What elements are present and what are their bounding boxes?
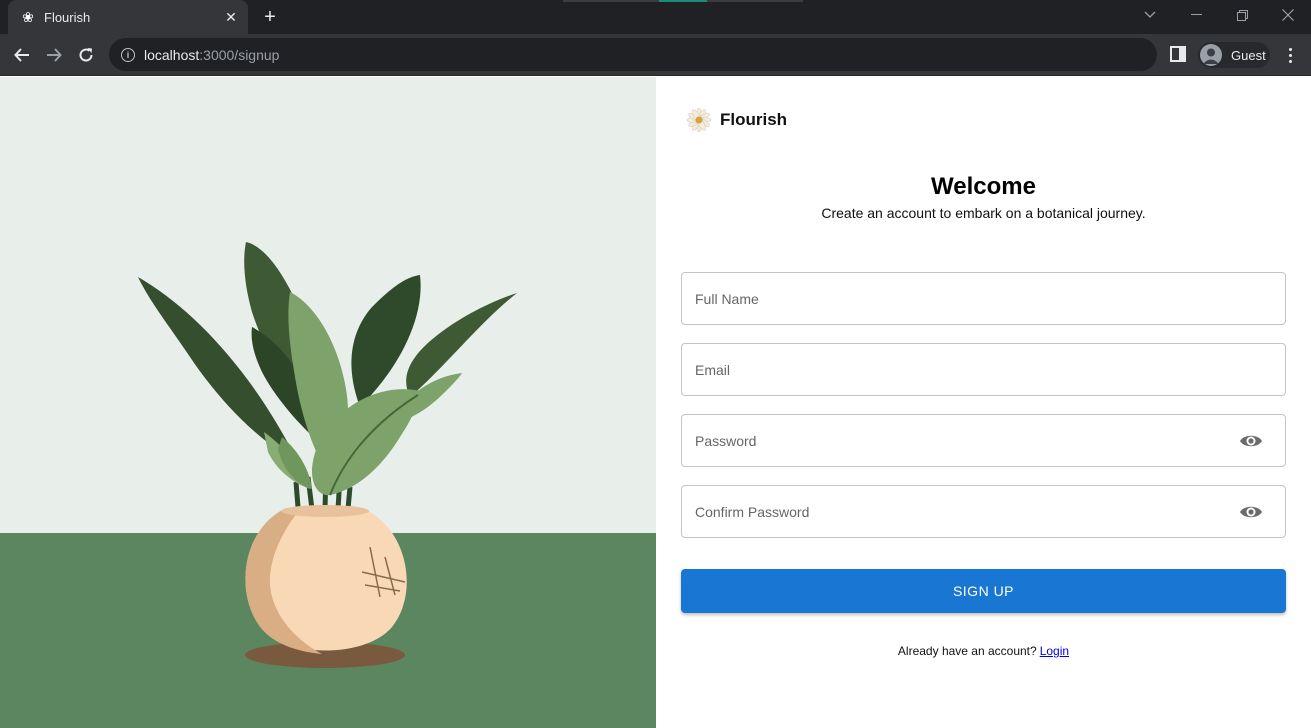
browser-toolbar: i localhost:3000/signup Guest [0, 34, 1311, 76]
show-password-eye-icon[interactable] [1239, 432, 1263, 450]
daisy-favicon-icon: ❀ [22, 8, 34, 25]
browser-tab[interactable]: ❀ Flourish ✕ [8, 0, 248, 34]
minimize-icon[interactable] [1173, 0, 1219, 30]
full-name-field[interactable] [681, 272, 1286, 325]
reload-icon[interactable] [71, 40, 101, 70]
tab-close-icon[interactable]: ✕ [222, 8, 240, 26]
confirm-password-input[interactable] [695, 503, 1215, 520]
login-prompt: Already have an account? Login [656, 644, 1311, 658]
daisy-logo-icon [686, 107, 712, 133]
page-subtitle: Create an account to embark on a botanic… [821, 205, 1146, 221]
forward-arrow-icon[interactable] [39, 40, 69, 70]
show-confirm-password-eye-icon[interactable] [1239, 503, 1263, 521]
tab-title: Flourish [44, 9, 91, 25]
signup-page: Flourish Welcome Create an account to em… [0, 77, 1311, 728]
side-panel-icon[interactable] [1170, 46, 1186, 62]
close-window-icon[interactable] [1265, 0, 1311, 30]
restore-icon[interactable] [1219, 0, 1265, 30]
full-name-input[interactable] [695, 290, 1215, 307]
brand-name: Flourish [720, 110, 788, 129]
url-host: localhost [144, 46, 200, 63]
email-input[interactable] [695, 361, 1215, 378]
brand-header[interactable]: Flourish [682, 103, 787, 137]
hero-illustration-panel [0, 77, 656, 728]
password-input[interactable] [695, 432, 1215, 449]
address-bar[interactable]: i localhost:3000/signup [109, 38, 1157, 71]
profile-label: Guest [1231, 47, 1266, 63]
password-field[interactable] [681, 414, 1286, 467]
url-path: :3000/signup [199, 46, 280, 63]
signup-form-panel: Flourish Welcome Create an account to em… [656, 77, 1311, 728]
page-title: Welcome [931, 173, 1036, 200]
login-link[interactable]: Login [1040, 644, 1069, 658]
site-info-icon[interactable]: i [121, 47, 135, 62]
sign-up-button[interactable]: SIGN UP [681, 569, 1286, 613]
browser-tab-bar: ❀ Flourish ✕ + [0, 0, 1311, 34]
email-field[interactable] [681, 343, 1286, 396]
login-prompt-text: Already have an account? [897, 644, 1037, 658]
window-drag-accent [659, 0, 707, 2]
new-tab-button[interactable]: + [258, 6, 282, 28]
tab-search-icon[interactable] [1127, 0, 1173, 30]
confirm-password-field[interactable] [681, 485, 1286, 538]
browser-menu-icon[interactable] [1280, 44, 1300, 66]
back-arrow-icon[interactable] [7, 40, 37, 70]
potted-plant-illustration [138, 242, 517, 668]
profile-button[interactable]: Guest [1198, 42, 1270, 68]
guest-avatar-icon [1200, 44, 1222, 66]
